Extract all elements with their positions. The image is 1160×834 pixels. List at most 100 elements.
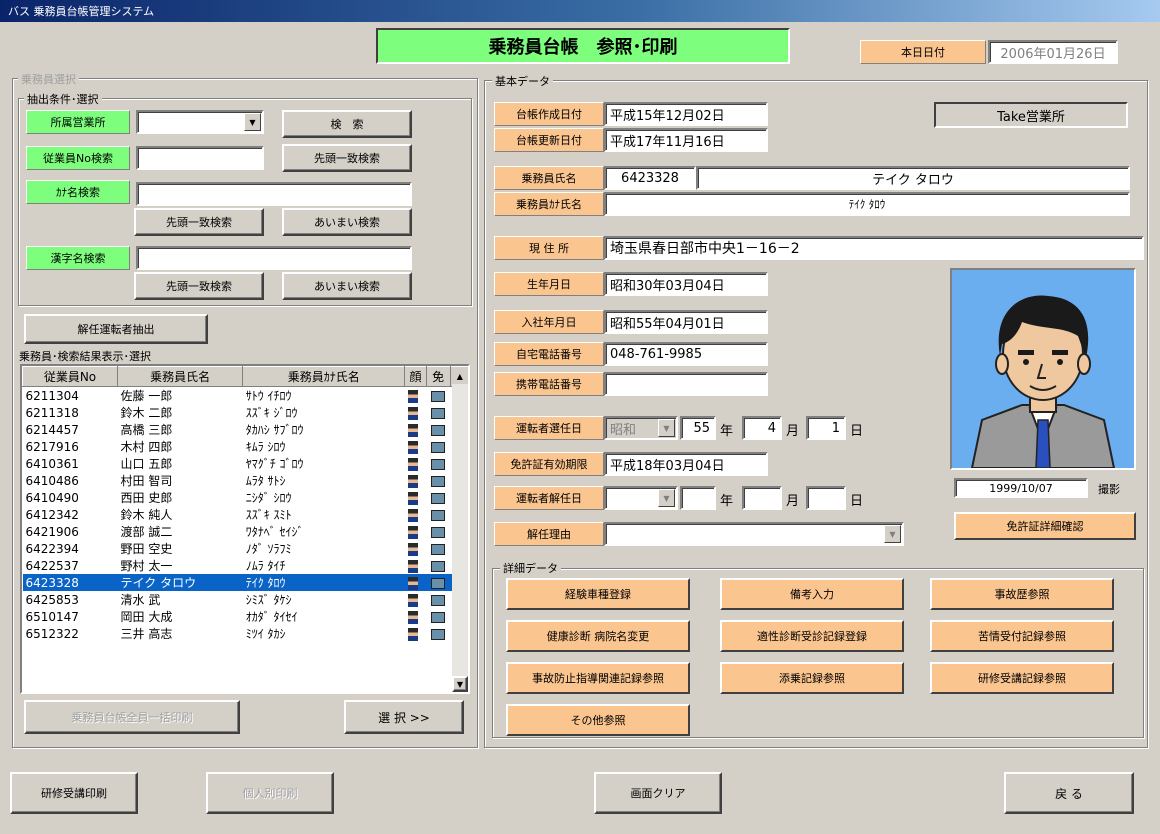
table-row[interactable]: 6217916 木村 四郎 ｷﾑﾗ ｼﾛｳ: [23, 438, 469, 455]
cell-kana: ﾉﾀﾞ ｿﾗﾌﾐ: [245, 542, 292, 556]
birth-label: 生年月日: [494, 272, 604, 296]
cell-face: [405, 591, 427, 608]
dismissed-driver-extract-button[interactable]: 解任運転者抽出: [24, 314, 208, 344]
home-tel-label: 自宅電話番号: [494, 342, 604, 366]
cell-license: [426, 557, 450, 574]
cell-empno: 6410361: [25, 456, 79, 471]
cell-face: [405, 489, 427, 506]
license-card-icon: [431, 492, 446, 504]
table-row[interactable]: 6214457 高橋 三郎 ﾀｶﾊｼ ｻﾌﾞﾛｳ: [23, 421, 469, 438]
table-row[interactable]: 6410490 西田 史郎 ﾆｼﾀﾞ ｼﾛｳ: [23, 489, 469, 506]
face-photo-icon: [407, 593, 418, 607]
health-check-button[interactable]: 健康診断 病院名変更: [506, 620, 690, 652]
kana-fuzzy-search-button[interactable]: あいまい検索: [282, 208, 412, 236]
cell-face: [405, 438, 427, 455]
table-row[interactable]: 6422537 野村 太一 ﾉﾑﾗ ﾀｲﾁ: [23, 557, 469, 574]
table-row[interactable]: 6211318 鈴木 二郎 ｽｽﾞｷ ｼﾞﾛｳ: [23, 404, 469, 421]
face-photo-icon: [407, 406, 418, 420]
kana-input[interactable]: [136, 182, 412, 206]
appoint-date-label: 運転者選任日: [494, 416, 604, 440]
table-row[interactable]: 6410486 村田 智司 ﾑﾗﾀ ｻﾄｼ: [23, 472, 469, 489]
photo-date-field: 1999/10/07: [954, 478, 1088, 498]
license-card-icon: [431, 577, 446, 589]
accident-prevention-button[interactable]: 事故防止指導関連記録参照: [506, 662, 690, 694]
face-photo-icon: [407, 610, 418, 624]
table-row[interactable]: 6510147 岡田 大成 ｵｶﾀﾞ ﾀｲｾｲ: [23, 608, 469, 625]
table-row[interactable]: 6412342 鈴木 純人 ｽｽﾞｷ ｽﾐﾄ: [23, 506, 469, 523]
scrollbar-track[interactable]: [452, 384, 468, 676]
cell-face: [405, 421, 427, 438]
table-row[interactable]: 6425853 清水 武 ｼﾐｽﾞ ﾀｹｼ: [23, 591, 469, 608]
cell-kana: ﾆｼﾀﾞ ｼﾛｳ: [245, 491, 292, 505]
empno-prefix-search-button[interactable]: 先頭一致検索: [282, 144, 412, 172]
table-row[interactable]: 6423328 テイク タロウ ﾃｲｸ ﾀﾛｳ: [22, 574, 468, 591]
personal-print-button[interactable]: 個人別印刷: [206, 772, 334, 814]
aptitude-test-button[interactable]: 適性診断受診記録登録: [720, 620, 904, 652]
print-all-button[interactable]: 乗務員台帳全員一括印刷: [24, 700, 240, 734]
cell-kana: ﾜﾀﾅﾍﾞ ｾｲｼﾞ: [245, 525, 304, 539]
table-row[interactable]: 6421906 渡部 誠二 ﾜﾀﾅﾍﾞ ｾｲｼﾞ: [23, 523, 469, 540]
col-header-name[interactable]: 乗務員氏名: [116, 366, 244, 387]
kana-prefix-search-button[interactable]: 先頭一致検索: [134, 208, 264, 236]
complaint-record-button[interactable]: 苦情受付記録参照: [930, 620, 1114, 652]
dismiss-reason-label: 解任理由: [494, 522, 604, 546]
col-header-face[interactable]: 顔: [404, 366, 427, 387]
accident-history-button[interactable]: 事故歴参照: [930, 578, 1114, 610]
chevron-down-icon: ▼: [658, 419, 675, 437]
training-record-button[interactable]: 研修受講記録参照: [930, 662, 1114, 694]
face-photo-icon: [407, 508, 418, 522]
license-detail-button[interactable]: 免許証詳細確認: [954, 512, 1136, 540]
results-grid[interactable]: 従業員No 乗務員氏名 乗務員ｶﾅ氏名 顔 免 ▲ 6211304 佐藤 一郎 ｻﾄ…: [20, 364, 470, 694]
col-header-empno[interactable]: 従業員No: [22, 366, 118, 387]
face-photo-icon: [407, 457, 418, 471]
cell-face: [405, 387, 427, 405]
select-button[interactable]: 選 択 >>: [344, 700, 464, 734]
empno-input[interactable]: [136, 146, 264, 170]
col-header-kana[interactable]: 乗務員ｶﾅ氏名: [242, 366, 406, 387]
cell-face: [405, 506, 427, 523]
kanji-input[interactable]: [136, 246, 412, 270]
chevron-down-icon[interactable]: ▼: [244, 113, 261, 131]
table-row[interactable]: 6512322 三井 高志 ﾐﾂｲ ﾀｶｼ: [23, 625, 469, 642]
col-header-license[interactable]: 免: [425, 366, 451, 387]
license-card-icon: [431, 611, 446, 623]
scroll-down-button[interactable]: ▼: [452, 676, 468, 692]
kanji-prefix-search-button[interactable]: 先頭一致検索: [134, 272, 264, 300]
cell-license: [426, 608, 450, 625]
cell-empno: 6217916: [25, 439, 79, 454]
table-row[interactable]: 6211304 佐藤 一郎 ｻﾄｳ ｲﾁﾛｳ: [23, 387, 469, 405]
training-print-button[interactable]: 研修受講印刷: [10, 772, 138, 814]
experience-vehicle-button[interactable]: 経験車種登録: [506, 578, 690, 610]
remarks-input-button[interactable]: 備考入力: [720, 578, 904, 610]
license-card-icon: [431, 560, 446, 572]
ride-along-record-button[interactable]: 添乗記録参照: [720, 662, 904, 694]
kanji-fuzzy-search-button[interactable]: あいまい検索: [282, 272, 412, 300]
back-button[interactable]: 戻 る: [1004, 772, 1134, 814]
appoint-era-select: 昭和 ▼: [604, 416, 678, 440]
license-card-icon: [431, 458, 446, 470]
cell-empno: 6512322: [25, 626, 79, 641]
office-label: 所属営業所: [26, 110, 130, 134]
cell-empno: 6510147: [25, 609, 79, 624]
kanji-label: 漢字名検索: [26, 246, 130, 270]
dismiss-month-field: [742, 486, 782, 510]
cell-empno: 6211318: [25, 405, 79, 420]
license-card-icon: [431, 509, 446, 521]
clear-screen-button[interactable]: 画面クリア: [594, 772, 722, 814]
search-button[interactable]: 検 索: [282, 110, 412, 138]
dismiss-month-unit: 月: [786, 494, 800, 509]
cell-face: [405, 455, 427, 472]
cell-name: 山口 五郎: [120, 457, 173, 471]
office-select[interactable]: ▼: [136, 110, 264, 134]
table-row[interactable]: 6410361 山口 五郎 ﾔﾏｸﾞﾁ ｺﾞﾛｳ: [23, 455, 469, 472]
dismiss-date-label: 運転者解任日: [494, 486, 604, 510]
license-card-icon: [431, 424, 446, 436]
appoint-month-field: 4: [742, 416, 782, 440]
cell-name: テイク タロウ: [117, 574, 243, 591]
cell-face: [405, 523, 427, 540]
cell-license: [426, 455, 450, 472]
today-label: 本日日付: [860, 40, 986, 64]
cell-kana: ｷﾑﾗ ｼﾛｳ: [245, 440, 286, 454]
table-row[interactable]: 6422394 野田 空史 ﾉﾀﾞ ｿﾗﾌﾐ: [23, 540, 469, 557]
other-reference-button[interactable]: その他参照: [506, 704, 690, 736]
